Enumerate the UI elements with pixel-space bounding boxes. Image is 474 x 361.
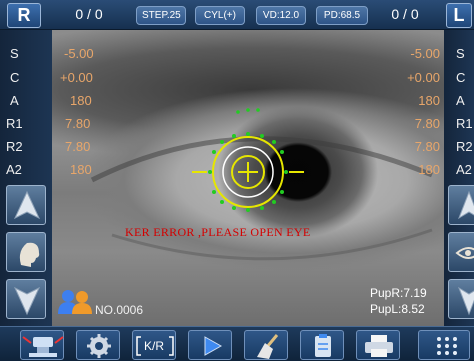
label-s: S: [10, 46, 19, 61]
users-icon[interactable]: [56, 288, 94, 314]
right-a2-value: 180: [70, 162, 92, 177]
record-number: NO.0006: [95, 303, 144, 317]
settings-button[interactable]: [76, 330, 120, 360]
kr-mode-button[interactable]: K/R: [132, 330, 176, 360]
label-a: A: [10, 93, 19, 108]
right-r2-value: 7.80: [65, 139, 91, 154]
right-side-panel: S C A R1 R2 A2: [444, 30, 474, 326]
label-c: C: [10, 70, 20, 85]
vertex-distance-button[interactable]: VD:12.0: [256, 6, 306, 25]
clear-button[interactable]: [244, 330, 288, 360]
cylinder-button[interactable]: CYL(+): [195, 6, 245, 25]
left-a2-value: 180: [418, 162, 440, 177]
clipboard-icon: [315, 334, 331, 357]
left-side-panel: S C A R1 R2 A2: [0, 30, 52, 326]
pupil-left-value: PupL:8.52: [370, 302, 425, 316]
menu-button[interactable]: [418, 330, 470, 360]
head-icon: [19, 242, 40, 267]
bottom-toolbar: K/R: [0, 326, 474, 361]
right-sphere-value: -5.00: [64, 46, 94, 61]
label-r1: R1: [6, 116, 23, 131]
print-button[interactable]: [356, 330, 400, 360]
broom-icon: [257, 334, 279, 359]
top-bar: R 0 / 0 STEP.25 CYL(+) VD:12.0 PD:68.5 0…: [0, 0, 474, 30]
start-button[interactable]: [188, 330, 232, 360]
bracket-icon: [136, 336, 174, 356]
label-c-right: C: [456, 70, 466, 85]
microscope-icon: [22, 336, 64, 357]
label-r2-right: R2: [456, 139, 473, 154]
error-message: KER ERROR ,PLEASE OPEN EYE: [125, 225, 311, 239]
left-r2-value: 7.80: [414, 139, 440, 154]
label-s-right: S: [456, 46, 465, 61]
left-sphere-value: -5.00: [410, 46, 440, 61]
right-count: 0 / 0: [75, 6, 103, 22]
play-icon: [204, 336, 223, 356]
down-arrow-icon: [458, 286, 474, 316]
up-arrow-icon: [13, 190, 41, 220]
left-axis-value: 180: [418, 93, 440, 108]
right-eye-button[interactable]: R: [7, 3, 41, 28]
move-down-button-right[interactable]: [448, 279, 474, 319]
label-a2: A2: [6, 162, 22, 177]
measure-mode-button[interactable]: [20, 330, 64, 360]
grid-icon: [437, 337, 457, 355]
right-axis-value: 180: [70, 93, 92, 108]
left-r1-value: 7.80: [414, 116, 440, 131]
label-a2-right: A2: [456, 162, 472, 177]
right-r1-value: 7.80: [65, 116, 91, 131]
label-r2: R2: [6, 139, 23, 154]
left-eye-button[interactable]: L: [446, 3, 472, 28]
printer-icon: [365, 335, 393, 357]
pupil-distance-button[interactable]: PD:68.5: [316, 6, 368, 25]
right-cylinder-value: +0.00: [60, 70, 93, 85]
down-arrow-icon: [13, 286, 41, 316]
step-button[interactable]: STEP.25: [136, 6, 186, 25]
label-a-right: A: [456, 93, 465, 108]
move-up-button-right[interactable]: [448, 185, 474, 225]
left-count: 0 / 0: [391, 6, 419, 22]
left-cylinder-value: +0.00: [407, 70, 440, 85]
record-button[interactable]: [300, 330, 344, 360]
pupil-right-value: PupR:7.19: [370, 286, 427, 300]
gear-icon: [87, 334, 111, 358]
eye-icon: [455, 247, 474, 259]
chinrest-button[interactable]: [6, 232, 46, 272]
move-up-button[interactable]: [6, 185, 46, 225]
move-down-button[interactable]: [6, 279, 46, 319]
label-r1-right: R1: [456, 116, 473, 131]
eye-view-button[interactable]: [448, 232, 474, 272]
up-arrow-icon: [458, 190, 474, 220]
